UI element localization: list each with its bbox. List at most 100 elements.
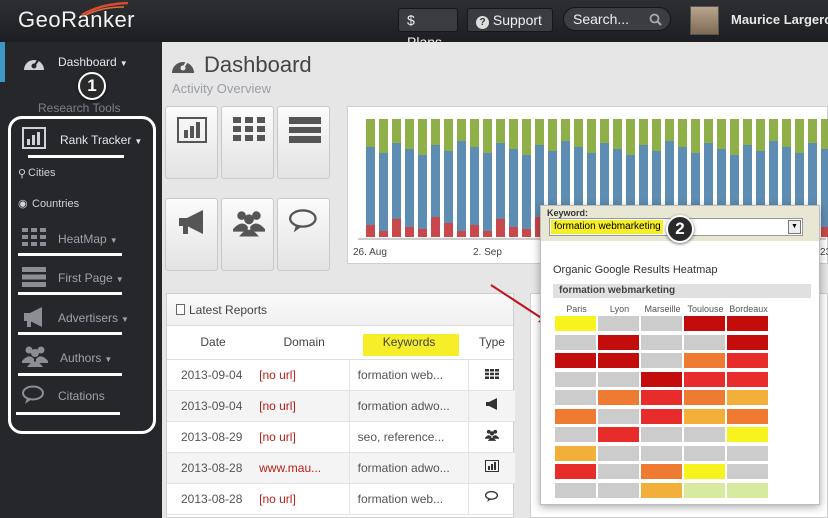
chart-bar-bottom[interactable]: [470, 225, 479, 237]
heatmap-cell[interactable]: [684, 353, 725, 368]
heatmap-cell[interactable]: [641, 408, 682, 424]
chart-bar-top[interactable]: [457, 119, 466, 141]
chart-bar-bottom[interactable]: [522, 229, 531, 237]
heatmap-cell[interactable]: [555, 445, 596, 461]
table-row[interactable]: 2013-08-28 www.mau... formation adwo...: [167, 452, 515, 484]
heatmap-cell[interactable]: [598, 464, 639, 479]
chart-bar-top[interactable]: [418, 119, 427, 155]
cell-type[interactable]: [468, 421, 515, 453]
dropdown-arrow-icon[interactable]: ▼: [788, 220, 801, 234]
tile-rank-tracker[interactable]: [165, 106, 218, 179]
table-row[interactable]: 2013-08-28 [no url] formation web...: [167, 483, 515, 515]
heatmap-cell[interactable]: [598, 334, 639, 350]
chart-bar-middle[interactable]: [496, 143, 505, 219]
chart-bar-top[interactable]: [366, 119, 375, 147]
chart-bar-bottom[interactable]: [509, 227, 518, 237]
heatmap-cell[interactable]: [641, 371, 682, 387]
chart-bar-top[interactable]: [704, 119, 713, 143]
heatmap-cell[interactable]: [555, 427, 596, 442]
user-name[interactable]: Maurice Largeron: [731, 12, 828, 27]
heatmap-cell[interactable]: [555, 316, 596, 331]
heatmap-cell[interactable]: [641, 445, 682, 461]
avatar[interactable]: [690, 6, 719, 35]
chart-bar-top[interactable]: [626, 119, 635, 155]
chart-bar-top[interactable]: [392, 119, 401, 143]
heatmap-cell[interactable]: [684, 390, 725, 405]
heatmap-cell[interactable]: [727, 334, 768, 350]
heatmap-cell[interactable]: [727, 371, 768, 387]
chart-bar-top[interactable]: [522, 119, 531, 155]
cell-type[interactable]: [468, 483, 515, 515]
heatmap-cell[interactable]: [598, 482, 639, 498]
heatmap-cell[interactable]: [641, 390, 682, 405]
chart-bar-middle[interactable]: [509, 149, 518, 227]
chart-bar-top[interactable]: [652, 119, 661, 151]
heatmap-cell[interactable]: [684, 427, 725, 442]
heatmap-cell[interactable]: [727, 316, 768, 331]
chart-bar-bottom[interactable]: [431, 217, 440, 237]
heatmap-cell[interactable]: [684, 408, 725, 424]
heatmap-cell[interactable]: [555, 390, 596, 405]
heatmap-cell[interactable]: [598, 316, 639, 331]
chart-bar-middle[interactable]: [483, 153, 492, 231]
chart-bar-bottom[interactable]: [379, 231, 388, 237]
support-button[interactable]: ? Support ▼: [467, 8, 553, 49]
heatmap-cell[interactable]: [555, 408, 596, 424]
table-row[interactable]: 2013-09-04 [no url] formation adwo...: [167, 390, 515, 422]
chart-bar-middle[interactable]: [366, 147, 375, 225]
chart-bar-top[interactable]: [613, 119, 622, 149]
cell-domain[interactable]: [no url]: [259, 390, 350, 422]
heatmap-cell[interactable]: [641, 334, 682, 350]
chart-bar-top[interactable]: [587, 119, 596, 153]
heatmap-cell[interactable]: [598, 353, 639, 368]
heatmap-cell[interactable]: [641, 427, 682, 442]
heatmap-cell[interactable]: [684, 334, 725, 350]
cell-domain[interactable]: [no url]: [259, 359, 350, 391]
tile-citations[interactable]: [277, 198, 330, 271]
chart-bar-bottom[interactable]: [457, 231, 466, 237]
chart-bar-top[interactable]: [483, 119, 492, 153]
chart-bar-top[interactable]: [678, 119, 687, 147]
chart-bar-bottom[interactable]: [418, 229, 427, 237]
chart-bar-bottom[interactable]: [483, 231, 492, 237]
table-row[interactable]: 2013-08-29 [no url] seo, reference...: [167, 421, 515, 453]
chart-bar-middle[interactable]: [431, 145, 440, 217]
chart-bar-bottom[interactable]: [366, 225, 375, 237]
chart-bar-top[interactable]: [795, 119, 804, 153]
cell-type[interactable]: [468, 452, 515, 484]
chart-bar-top[interactable]: [379, 119, 388, 153]
column-header-date[interactable]: Date: [167, 326, 260, 360]
chart-bar-top[interactable]: [444, 119, 453, 151]
heatmap-cell[interactable]: [727, 408, 768, 424]
heatmap-cell[interactable]: [555, 334, 596, 350]
heatmap-cell[interactable]: [641, 482, 682, 498]
heatmap-cell[interactable]: [727, 445, 768, 461]
heatmap-cell[interactable]: [555, 482, 596, 498]
heatmap-cell[interactable]: [727, 427, 768, 442]
plans-button[interactable]: $ Plans: [398, 8, 458, 50]
chart-bar-middle[interactable]: [470, 147, 479, 225]
tile-authors[interactable]: [221, 198, 274, 271]
chart-bar-top[interactable]: [561, 119, 570, 141]
heatmap-cell[interactable]: [641, 464, 682, 479]
chart-bar-top[interactable]: [496, 119, 505, 143]
heatmap-cell[interactable]: [727, 482, 768, 498]
tile-first-page[interactable]: [277, 106, 330, 179]
chart-bar-top[interactable]: [431, 119, 440, 145]
heatmap-cell[interactable]: [598, 445, 639, 461]
heatmap-cell[interactable]: [684, 371, 725, 387]
chart-bar-top[interactable]: [782, 119, 791, 147]
chart-bar-top[interactable]: [665, 119, 674, 141]
cell-type[interactable]: [468, 359, 515, 391]
cell-domain[interactable]: [no url]: [259, 421, 350, 453]
heatmap-cell[interactable]: [641, 353, 682, 368]
chart-bar-top[interactable]: [756, 119, 765, 151]
heatmap-cell[interactable]: [684, 445, 725, 461]
chart-bar-bottom[interactable]: [496, 219, 505, 237]
chart-bar-top[interactable]: [808, 119, 817, 143]
chart-bar-middle[interactable]: [444, 151, 453, 223]
chart-bar-top[interactable]: [600, 119, 609, 143]
column-header-keywords[interactable]: Keywords: [349, 326, 469, 360]
column-header-domain[interactable]: Domain: [259, 326, 350, 360]
chart-bar-middle[interactable]: [418, 155, 427, 229]
